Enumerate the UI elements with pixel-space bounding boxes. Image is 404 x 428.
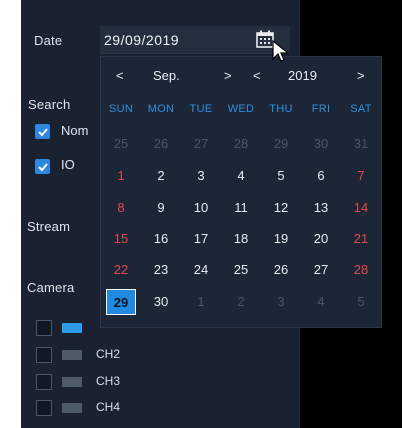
next-year-button[interactable]: > [357, 68, 365, 83]
calendar-day[interactable]: 19 [261, 226, 301, 252]
checkbox-normal-label: Nom [61, 123, 89, 138]
calendar-day[interactable]: 31 [341, 131, 381, 157]
checkbox-io-label: IO [61, 157, 75, 172]
weekday-header: SUN MON TUE WED THU FRI SAT [101, 103, 381, 119]
channel-color-swatch [62, 350, 82, 360]
channel-label: CH2 [96, 347, 121, 361]
date-value: 29/09/2019 [104, 32, 180, 48]
calendar-day[interactable]: 27 [181, 131, 221, 157]
calendar-day[interactable]: 20 [301, 226, 341, 252]
date-input[interactable]: 29/09/2019 [100, 26, 290, 54]
calendar-day[interactable]: 21 [341, 226, 381, 252]
channel-color-swatch [62, 377, 82, 387]
weekday-label: SUN [108, 103, 134, 115]
calendar-day[interactable]: 15 [101, 226, 141, 252]
calendar-day[interactable]: 25 [101, 131, 141, 157]
weekday-label: MON [147, 103, 175, 115]
calendar-day[interactable]: 8 [101, 195, 141, 221]
channel-checkbox[interactable] [36, 347, 52, 363]
prev-month-button[interactable]: < [116, 68, 124, 83]
calendar-day[interactable]: 13 [301, 195, 341, 221]
calendar-day[interactable]: 17 [181, 226, 221, 252]
date-label: Date [34, 33, 63, 48]
calendar-day[interactable]: 26 [261, 257, 301, 283]
channel-row[interactable]: CH2 [36, 347, 156, 363]
calendar-day-selected[interactable]: 29 [106, 289, 136, 315]
checkbox-normal[interactable] [35, 124, 50, 139]
weekday-label: WED [227, 103, 255, 115]
weekday-label: TUE [189, 103, 213, 115]
calendar-day[interactable]: 30 [141, 289, 181, 315]
calendar-day[interactable]: 1 [181, 289, 221, 315]
calendar-day[interactable]: 22 [101, 257, 141, 283]
weekday-label: FRI [311, 103, 331, 115]
calendar-day[interactable]: 11 [221, 195, 261, 221]
calendar-day[interactable]: 6 [301, 163, 341, 189]
calendar-day[interactable]: 25 [221, 257, 261, 283]
calendar-day[interactable]: 2 [141, 163, 181, 189]
calendar-day[interactable]: 2 [221, 289, 261, 315]
year-label: 2019 [288, 68, 317, 83]
channel-checkbox[interactable] [36, 320, 52, 336]
search-type-label: Search [28, 97, 71, 112]
channel-checkbox[interactable] [36, 374, 52, 390]
calendar-day[interactable]: 4 [221, 163, 261, 189]
camera-label: Camera [27, 280, 75, 295]
channel-row[interactable]: CH3 [36, 374, 156, 390]
checkbox-io[interactable] [35, 159, 50, 174]
calendar-day[interactable]: 3 [261, 289, 301, 315]
channel-label: CH4 [96, 400, 121, 414]
calendar-day[interactable]: 3 [181, 163, 221, 189]
channel-row[interactable]: CH4 [36, 400, 156, 416]
calendar-day[interactable]: 5 [261, 163, 301, 189]
calendar-nav: < Sep. > < 2019 > [101, 57, 381, 93]
calendar-day[interactable]: 4 [301, 289, 341, 315]
calendar-day[interactable]: 12 [261, 195, 301, 221]
calendar-day[interactable]: 23 [141, 257, 181, 283]
check-icon [37, 127, 48, 136]
calendar-day[interactable]: 28 [221, 131, 261, 157]
channel-color-swatch [62, 323, 82, 333]
calendar-day[interactable]: 10 [181, 195, 221, 221]
calendar-day[interactable]: 16 [141, 226, 181, 252]
calendar-day[interactable]: 28 [341, 257, 381, 283]
calendar-day[interactable]: 30 [301, 131, 341, 157]
calendar-day[interactable]: 27 [301, 257, 341, 283]
prev-year-button[interactable]: < [253, 68, 261, 83]
calendar-popup: < Sep. > < 2019 > SUN MON TUE WED THU FR… [100, 56, 382, 328]
check-icon [37, 162, 48, 171]
calendar-day[interactable]: 29 [261, 131, 301, 157]
next-month-button[interactable]: > [224, 68, 232, 83]
weekday-label: SAT [350, 103, 372, 115]
channel-color-swatch [62, 403, 82, 413]
calendar-day[interactable]: 7 [341, 163, 381, 189]
weekday-label: THU [269, 103, 293, 115]
calendar-day[interactable]: 26 [141, 131, 181, 157]
calendar-day[interactable]: 9 [141, 195, 181, 221]
channel-checkbox[interactable] [36, 400, 52, 416]
channel-label: CH3 [96, 374, 121, 388]
calendar-day[interactable]: 5 [341, 289, 381, 315]
calendar-day[interactable]: 1 [101, 163, 141, 189]
stream-type-label: Stream [27, 219, 71, 234]
calendar-day[interactable]: 14 [341, 195, 381, 221]
mouse-cursor-icon [272, 40, 290, 62]
calendar-day[interactable]: 24 [181, 257, 221, 283]
calendar-day[interactable]: 18 [221, 226, 261, 252]
month-label: Sep. [153, 68, 180, 83]
